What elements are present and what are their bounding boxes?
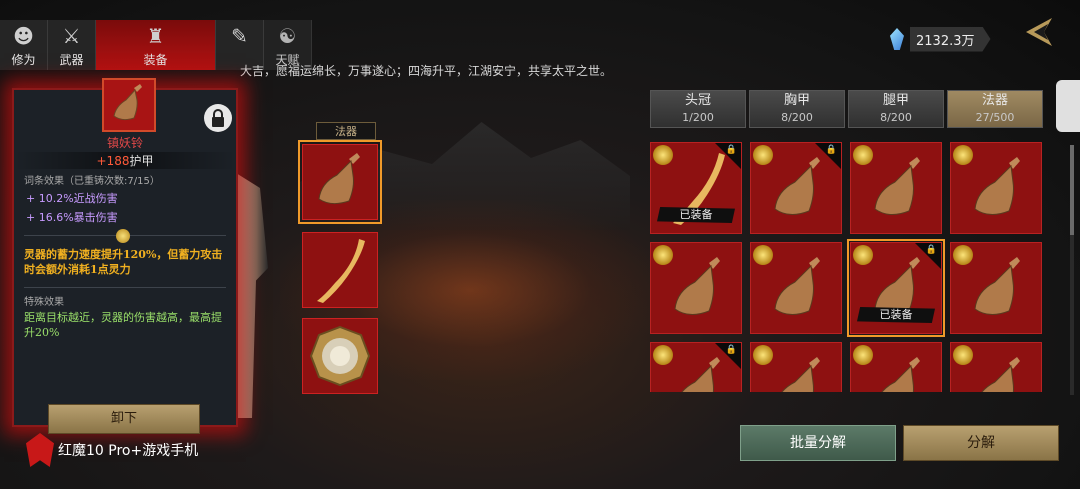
inventory-item[interactable]: [850, 142, 942, 234]
coin-icon: [953, 245, 973, 265]
coin-icon: [116, 229, 130, 243]
coin-icon: [653, 145, 673, 165]
tab-cultivation[interactable]: ☻ 修为: [0, 20, 48, 70]
bell-icon: [113, 84, 142, 121]
category-count: 1/200: [682, 111, 714, 124]
coin-icon: [853, 245, 873, 265]
stat-value: +188: [96, 154, 130, 168]
inventory-item[interactable]: 🔒: [650, 342, 742, 392]
lock-icon: 🔒: [925, 245, 937, 255]
character-head-icon: ☻: [13, 24, 34, 48]
affix-header: 词条效果（已重铸次数:7/15）: [24, 176, 160, 187]
ribbon-icon: [317, 239, 365, 303]
coin-icon: [753, 145, 773, 165]
bagua-mirror-icon: [309, 325, 371, 387]
coin-icon: [953, 345, 973, 365]
slot-column-header: 法器: [316, 122, 376, 140]
equipped-slot-artifact[interactable]: [298, 140, 382, 224]
lock-icon: 🔒: [725, 145, 737, 155]
coin-icon: [953, 145, 973, 165]
slot-column-label: 法器: [316, 122, 376, 140]
legendary-effect: 灵器的蓄力速度提升120%，但蓄力攻击时会额外消耗1点灵力: [24, 248, 223, 276]
robe-icon: ♜: [146, 24, 165, 48]
unequip-button[interactable]: 卸下: [48, 404, 200, 434]
tab-label: 武器: [59, 53, 84, 67]
lock-icon[interactable]: [204, 104, 232, 132]
coin-icon: [853, 345, 873, 365]
inventory-item[interactable]: 🔒 已装备: [847, 239, 945, 337]
bell-icon: [318, 153, 360, 205]
redmagic-logo-icon: [26, 433, 54, 467]
scroll-icon: ✎: [231, 24, 248, 48]
inventory-item[interactable]: [650, 242, 742, 334]
tab-chest-armor[interactable]: 胸甲 8/200: [749, 90, 845, 128]
inventory-item[interactable]: 🔒: [750, 142, 842, 234]
currency-display: 2132.3万: [890, 24, 991, 54]
crystal-icon: [890, 28, 904, 50]
tab-equipment[interactable]: ♜ 装备: [96, 20, 216, 70]
category-name: 头冠: [684, 93, 711, 108]
equipped-tag: 已装备: [857, 307, 935, 323]
tab-label: 修为: [11, 53, 36, 67]
side-pull-tab[interactable]: [1056, 80, 1080, 132]
affix-line: + 16.6%暴击伤害: [26, 211, 118, 224]
tab-weapon[interactable]: ⚔ 武器: [48, 20, 96, 70]
equipped-tag: 已装备: [657, 207, 735, 223]
sword-icon: ⚔: [62, 24, 81, 48]
equipped-slot-ribbon[interactable]: [302, 232, 378, 308]
inventory-item[interactable]: [950, 242, 1042, 334]
coin-icon: [753, 245, 773, 265]
inventory-item[interactable]: [950, 142, 1042, 234]
category-count: 8/200: [880, 111, 912, 124]
coin-icon: [853, 145, 873, 165]
category-name: 胸甲: [783, 93, 810, 108]
grid-scrollbar[interactable]: [1070, 145, 1074, 395]
scrollbar-thumb[interactable]: [1070, 145, 1074, 235]
device-watermark: 红魔10 Pro+游戏手机: [26, 432, 198, 468]
divider: [24, 287, 226, 288]
tab-label: 装备: [143, 53, 168, 67]
inventory-grid: 🔒 已装备 🔒 🔒 已装备 🔒: [650, 142, 1045, 392]
lock-icon: 🔒: [825, 145, 837, 155]
category-count: 27/500: [975, 111, 1015, 124]
decompose-button[interactable]: 分解: [903, 425, 1059, 461]
category-count: 8/200: [781, 111, 813, 124]
item-detail-icon: [102, 78, 156, 132]
coin-icon: [753, 345, 773, 365]
item-name: 镇妖铃: [106, 136, 143, 150]
affix-line: + 10.2%近战伤害: [26, 192, 118, 205]
special-effect-header: 特殊效果: [24, 297, 64, 308]
special-effect-text: 距离目标越近，灵器的伤害越高，最高提升20%: [24, 311, 222, 339]
yin-yang-icon: ☯: [278, 24, 297, 48]
stat-label: 护甲: [129, 154, 154, 168]
inventory-item[interactable]: 🔒 已装备: [650, 142, 742, 234]
item-main-stat: +188护甲: [14, 152, 236, 169]
tab-artifact[interactable]: 法器 27/500: [947, 90, 1043, 128]
coin-icon: [653, 345, 673, 365]
equipped-slot-mirror[interactable]: [302, 318, 378, 394]
inventory-item[interactable]: [950, 342, 1042, 392]
watermark-text: 红魔10 Pro+游戏手机: [58, 443, 199, 459]
batch-decompose-button[interactable]: 批量分解: [740, 425, 896, 461]
lock-icon: 🔒: [725, 345, 737, 355]
category-tabs: 头冠 1/200 胸甲 8/200 腿甲 8/200 法器 27/500: [650, 90, 1043, 128]
announcement-marquee: 大吉，愿福运绵长，万事遂心；四海升平，江湖安宁，共享太平之世。: [240, 64, 613, 78]
back-arrow-icon[interactable]: [1022, 14, 1058, 50]
currency-value: 2132.3万: [910, 26, 991, 52]
coin-icon: [653, 245, 673, 265]
inventory-item[interactable]: [850, 342, 942, 392]
tab-crown[interactable]: 头冠 1/200: [650, 90, 746, 128]
item-detail-panel: 镇妖铃 +188护甲 词条效果（已重铸次数:7/15） + 10.2%近战伤害 …: [12, 78, 238, 427]
inventory-item[interactable]: [750, 242, 842, 334]
category-name: 腿甲: [882, 93, 909, 108]
category-name: 法器: [981, 93, 1008, 108]
inventory-item[interactable]: [750, 342, 842, 392]
tab-leg-armor[interactable]: 腿甲 8/200: [848, 90, 944, 128]
